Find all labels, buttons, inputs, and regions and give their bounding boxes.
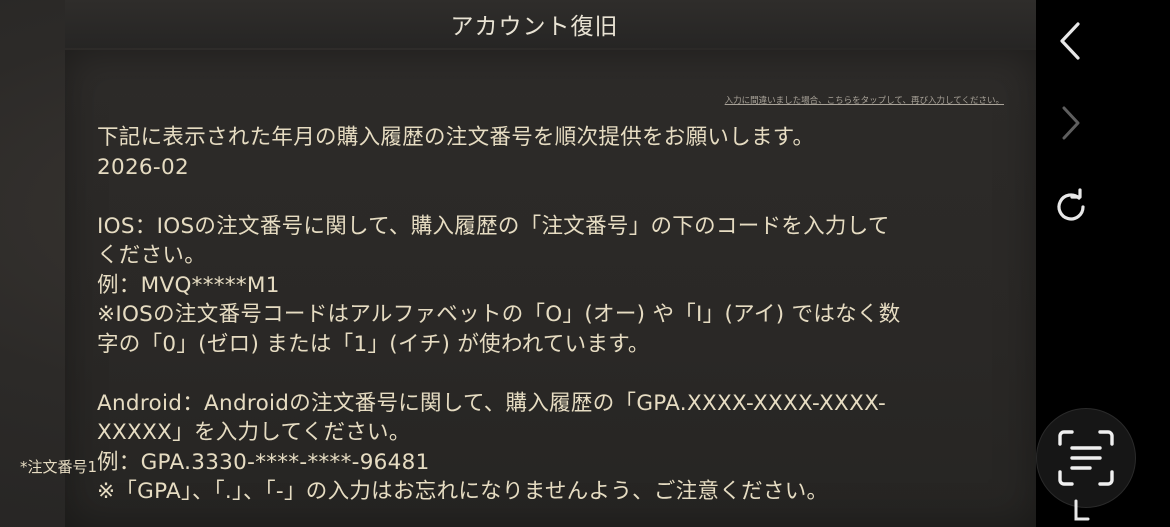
back-button[interactable] xyxy=(1048,18,1094,64)
retry-input-link[interactable]: 入力に間違いました場合、こちらをタップして、再び入力してください。 xyxy=(725,94,1004,106)
reload-button[interactable] xyxy=(1048,184,1094,230)
instruction-line: Android：Androidの注文番号に関して、購入履歴の「GPA.XXXX-… xyxy=(97,390,887,416)
instruction-line: XXXXX」を入力してください。 xyxy=(97,420,411,445)
chevron-left-icon xyxy=(1060,22,1080,60)
order-number-1-label: *注文番号1 xyxy=(20,458,98,476)
instruction-line: IOS：IOSの注文番号に関して、購入履歴の「注文番号」の下のコードを入力して xyxy=(97,213,890,239)
instruction-line: 字の「0」(ゼロ) または「1」(イチ) が使われています。 xyxy=(97,331,650,357)
text-scan-icon xyxy=(1058,430,1114,486)
instruction-line: ※IOSの注文番号コードはアルファベットの「O」(オー) や「I」(アイ) では… xyxy=(97,302,901,327)
chevron-right-icon xyxy=(1062,106,1080,140)
ios-example: 例：MVQ*****M1 xyxy=(97,272,280,298)
account-recovery-panel: 入力に間違いました場合、こちらをタップして、再び入力してください。 下記に表示さ… xyxy=(65,50,1036,527)
instruction-line: 下記に表示された年月の購入履歴の注文番号を順次提供をお願いします。 xyxy=(97,125,815,150)
page-title: アカウント復旧 xyxy=(450,14,619,40)
instruction-line: ください。 xyxy=(97,243,207,268)
screen: アカウント復旧 入力に間違いました場合、こちらをタップして、再び入力してください… xyxy=(0,0,1170,527)
reload-icon xyxy=(1057,188,1085,221)
title-bar: アカウント復旧 xyxy=(65,0,1036,48)
target-month: 2026-02 xyxy=(97,154,189,180)
android-example: 例：GPA.3330-****-****-96481 xyxy=(97,449,430,475)
instruction-line: ※「GPA」、「.」、「-」の入力はお忘れになりませんよう、ご注意ください。 xyxy=(97,479,829,504)
forward-button[interactable] xyxy=(1048,100,1094,146)
browser-sidebar xyxy=(1036,0,1170,527)
share-icon[interactable] xyxy=(1072,493,1092,523)
instructions-text: 下記に表示された年月の購入履歴の注文番号を順次提供をお願いします。 2026-0… xyxy=(97,123,1007,507)
